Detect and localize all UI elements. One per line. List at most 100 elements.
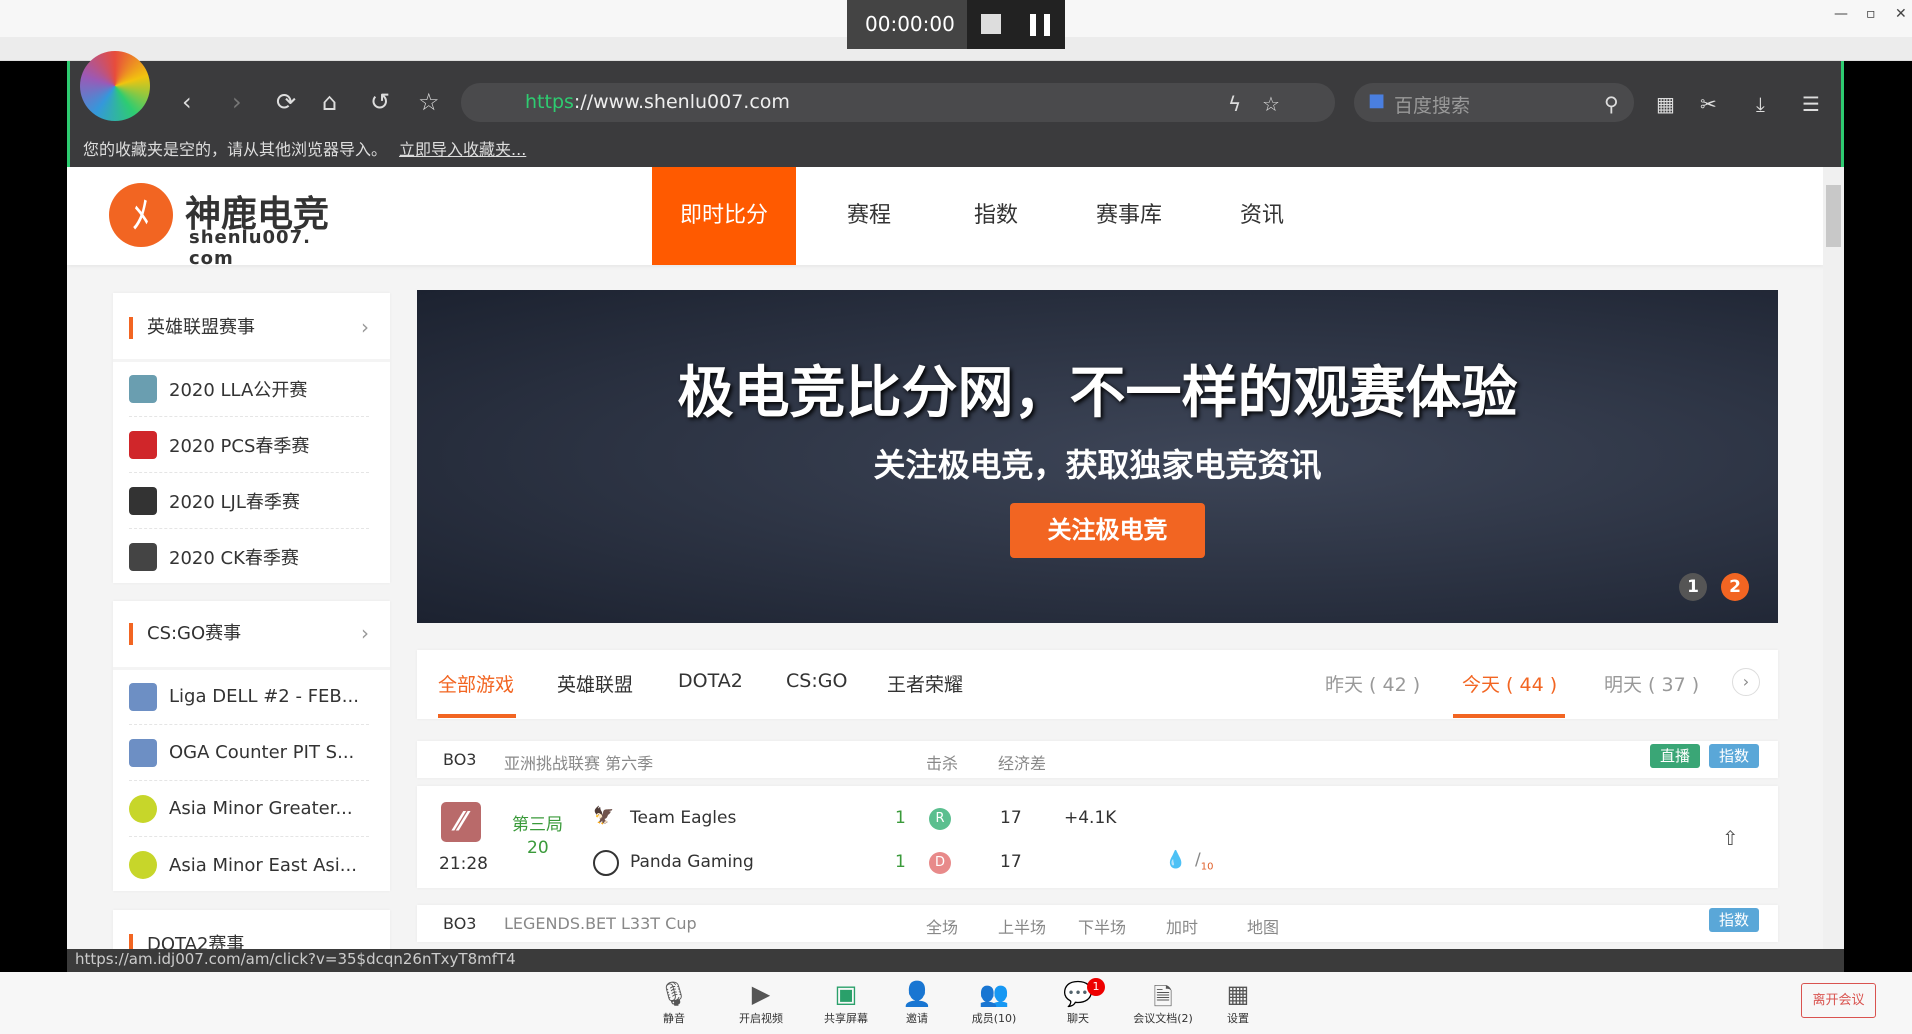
video-off-icon: ▶ bbox=[751, 980, 771, 1008]
forward-icon[interactable]: › bbox=[232, 88, 242, 116]
sidebar-item[interactable]: 2020 LLA公开赛 bbox=[129, 361, 369, 417]
minimize-button[interactable]: — bbox=[1834, 6, 1848, 22]
index-badge[interactable]: 指数 bbox=[1709, 908, 1759, 932]
home-icon[interactable]: ⌂ bbox=[322, 88, 337, 116]
recording-controls: 00:00:00 bbox=[847, 0, 1065, 49]
close-button[interactable]: ✕ bbox=[1895, 6, 1907, 22]
address-bar[interactable]: https://www.shenlu007.com bbox=[461, 83, 1335, 122]
settings-icon: ▦ bbox=[1226, 980, 1250, 1008]
restore-button[interactable]: ▫ bbox=[1866, 6, 1876, 22]
league-name: LEGENDS.BET L33T Cup bbox=[504, 914, 697, 933]
game-tabs: 全部游戏 英雄联盟 DOTA2 CS:GO 王者荣耀 昨天 ( 42 ) 今天 … bbox=[417, 650, 1778, 719]
reload-icon[interactable]: ⟳ bbox=[276, 88, 296, 116]
chat-badge: 1 bbox=[1087, 978, 1105, 996]
league-icon bbox=[129, 682, 157, 711]
back-icon[interactable]: ‹ bbox=[182, 88, 192, 116]
video-button[interactable]: ▶ 开启视频 bbox=[726, 980, 796, 1026]
league-icon bbox=[129, 486, 157, 515]
invite-icon: 👤 bbox=[902, 980, 932, 1008]
live-badge[interactable]: 直播 bbox=[1650, 744, 1700, 768]
share-screen-icon: ▣ bbox=[834, 980, 858, 1008]
league-name: 亚洲挑战联赛 第六季 bbox=[504, 754, 654, 773]
sidebar-item[interactable]: Liga DELL #2 - FEB... bbox=[129, 669, 369, 725]
tab-kog[interactable]: 王者荣耀 bbox=[887, 670, 963, 697]
tab-csgo[interactable]: CS:GO bbox=[786, 670, 847, 692]
meeting-toolbar: 🎙 静音 ▶ 开启视频 ▣ 共享屏幕 👤 邀请 👥 成员(10) 💬 聊天 1 🗎 会议文档(… bbox=[0, 972, 1912, 1034]
bookmark-star-icon[interactable]: ☆ bbox=[1262, 92, 1280, 116]
tab-tomorrow[interactable]: 明天 ( 37 ) bbox=[1604, 670, 1699, 697]
site-logo[interactable]: ﾒ 神鹿电竞 shenlu007. com bbox=[109, 183, 329, 269]
pause-recording-button[interactable] bbox=[1030, 14, 1050, 36]
league-icon bbox=[129, 794, 157, 823]
bookmark-bar: 您的收藏夹是空的，请从其他浏览器导入。 立即导入收藏夹... bbox=[83, 140, 527, 159]
league-icon bbox=[129, 738, 157, 767]
index-badge[interactable]: 指数 bbox=[1709, 744, 1759, 768]
tab-lol[interactable]: 英雄联盟 bbox=[557, 670, 633, 697]
microphone-icon: 🎙 bbox=[658, 980, 690, 1008]
team-logo-icon: 🦅 bbox=[593, 806, 615, 826]
sidebar-heading: CS:GO赛事 bbox=[129, 623, 241, 645]
league-icon bbox=[129, 430, 157, 459]
match-row[interactable]: ⁄⁄ 21:28 第三局 20 🦅 Team Eagles Panda Gami… bbox=[417, 786, 1778, 888]
game-minute: 20 bbox=[527, 838, 549, 858]
team-name: Team Eagles bbox=[630, 808, 737, 828]
follow-button[interactable]: 关注极电竞 bbox=[1010, 503, 1205, 558]
chevron-right-icon[interactable]: › bbox=[361, 621, 369, 645]
menu-icon[interactable]: ☰ bbox=[1802, 92, 1820, 116]
search-input[interactable]: 百度搜索 bbox=[1354, 83, 1634, 122]
pin-top-icon[interactable]: ⇧ bbox=[1722, 826, 1739, 850]
scissors-icon[interactable]: ✂ bbox=[1700, 92, 1717, 116]
web-page: ﾒ 神鹿电竞 shenlu007. com 即时比分 赛程 指数 赛事库 资讯 … bbox=[67, 167, 1844, 949]
dire-badge: D bbox=[929, 852, 951, 874]
carousel-dot-active[interactable]: 2 bbox=[1721, 573, 1749, 601]
settings-button[interactable]: ▦ 设置 bbox=[1203, 980, 1273, 1026]
sidebar-item[interactable]: Asia Minor East Asi... bbox=[129, 837, 369, 893]
chat-button[interactable]: 💬 聊天 1 bbox=[1043, 978, 1113, 1026]
first-blood-icon: 💧 bbox=[1165, 850, 1187, 870]
tab-yesterday[interactable]: 昨天 ( 42 ) bbox=[1325, 670, 1420, 697]
nav-schedule[interactable]: 赛程 bbox=[819, 167, 919, 265]
tab-dota2[interactable]: DOTA2 bbox=[678, 670, 743, 692]
tab-today[interactable]: 今天 ( 44 ) bbox=[1462, 670, 1557, 697]
nav-index[interactable]: 指数 bbox=[946, 167, 1046, 265]
carousel-dot[interactable]: 1 bbox=[1679, 573, 1707, 601]
nav-database[interactable]: 赛事库 bbox=[1079, 167, 1179, 265]
import-bookmarks-link[interactable]: 立即导入收藏夹... bbox=[399, 140, 526, 159]
members-button[interactable]: 👥 成员(10) bbox=[959, 980, 1029, 1026]
nav-news[interactable]: 资讯 bbox=[1212, 167, 1312, 265]
share-screen-button[interactable]: ▣ 共享屏幕 bbox=[811, 980, 881, 1026]
star-icon[interactable]: ☆ bbox=[418, 88, 440, 116]
sidebar-dota2: DOTA2赛事 bbox=[113, 910, 390, 949]
sidebar-lol: 英雄联盟赛事 › 2020 LLA公开赛 2020 PCS春季赛 2020 LJ… bbox=[113, 293, 390, 583]
sidebar-item[interactable]: 2020 CK春季赛 bbox=[129, 529, 369, 585]
radiant-badge: R bbox=[929, 808, 951, 830]
apps-icon[interactable]: ▦ bbox=[1656, 92, 1675, 116]
scrollbar[interactable] bbox=[1823, 167, 1844, 949]
dota2-icon: ⁄⁄ bbox=[441, 802, 481, 842]
download-icon[interactable]: ⤓ bbox=[1756, 92, 1765, 116]
lightning-icon[interactable]: ϟ bbox=[1228, 92, 1241, 116]
sidebar-item[interactable]: OGA Counter PIT S... bbox=[129, 725, 369, 781]
league-icon bbox=[129, 543, 157, 571]
chevron-right-icon[interactable]: › bbox=[361, 315, 369, 339]
deer-logo-icon: ﾒ bbox=[109, 183, 173, 247]
sidebar-item[interactable]: 2020 PCS春季赛 bbox=[129, 417, 369, 473]
banner-headline: 极电竞比分网，不一样的观赛体验 bbox=[677, 361, 1518, 426]
leave-meeting-button[interactable]: 离开会议 bbox=[1801, 983, 1876, 1018]
next-day-button[interactable]: › bbox=[1732, 668, 1760, 696]
invite-button[interactable]: 👤 邀请 bbox=[882, 980, 952, 1026]
mute-button[interactable]: 🎙 静音 bbox=[639, 980, 709, 1026]
search-icon[interactable]: ⚲ bbox=[1604, 92, 1619, 116]
sidebar-item[interactable]: 2020 LJL春季赛 bbox=[129, 473, 369, 529]
sidebar-heading: DOTA2赛事 bbox=[129, 934, 244, 949]
sidebar-item[interactable]: Asia Minor Greater... bbox=[129, 781, 369, 837]
tab-all-games[interactable]: 全部游戏 bbox=[438, 670, 514, 697]
match-header: BO3 亚洲挑战联赛 第六季 击杀 经济差 直播 指数 bbox=[417, 741, 1778, 778]
nav-live-score[interactable]: 即时比分 bbox=[652, 167, 796, 265]
undo-icon[interactable]: ↺ bbox=[370, 88, 390, 116]
match-time: 21:28 bbox=[439, 854, 488, 874]
site-header: ﾒ 神鹿电竞 shenlu007. com 即时比分 赛程 指数 赛事库 资讯 bbox=[67, 167, 1824, 269]
stop-recording-button[interactable] bbox=[981, 14, 1001, 34]
documents-button[interactable]: 🗎 会议文档(2) bbox=[1128, 980, 1198, 1026]
promo-banner[interactable]: 极电竞比分网，不一样的观赛体验 关注极电竞，获取独家电竞资讯 关注极电竞 1 2 bbox=[417, 290, 1778, 623]
